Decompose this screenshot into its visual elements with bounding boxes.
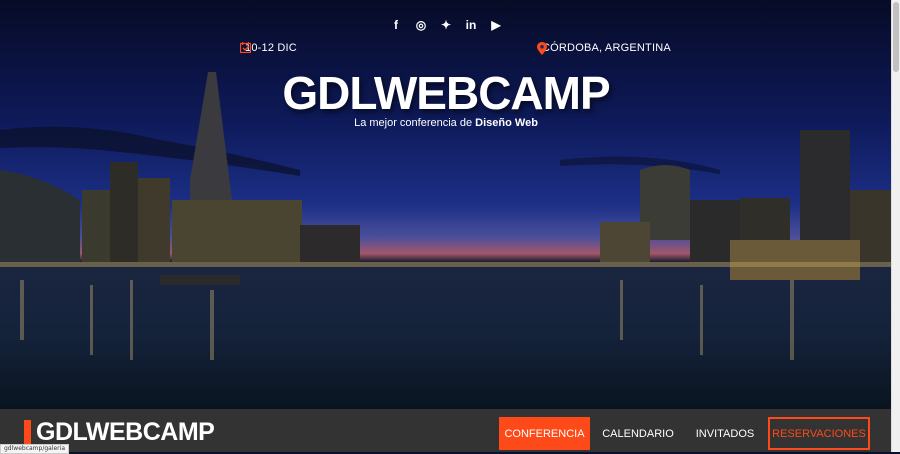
linkedin-icon[interactable]: in bbox=[464, 17, 479, 32]
nav-calendario[interactable]: CALENDARIO bbox=[600, 417, 676, 450]
nav-reservaciones[interactable]: RESERVACIONES bbox=[768, 417, 870, 450]
scrollbar-thumb[interactable] bbox=[893, 2, 899, 72]
twitter-icon[interactable]: ✦ bbox=[439, 17, 454, 32]
event-date: 10-12 DIC bbox=[240, 42, 297, 54]
event-date-text: 10-12 DIC bbox=[245, 42, 297, 54]
subtitle-bold: Diseño Web bbox=[475, 117, 538, 129]
instagram-icon[interactable]: ◎ bbox=[414, 17, 429, 32]
event-location-text: CÓRDOBA, ARGENTINA bbox=[542, 42, 671, 54]
nav-invitados[interactable]: INVITADOS bbox=[690, 417, 760, 450]
hero-section: f ◎ ✦ in ▶ 10-12 DIC CÓRDOBA, ARGENTINA … bbox=[0, 0, 892, 409]
browser-status-url: gdlwebcamp/galeria bbox=[0, 444, 69, 454]
social-links: f ◎ ✦ in ▶ bbox=[0, 17, 892, 32]
site-logo[interactable]: GDLWEBCAMP bbox=[24, 418, 215, 446]
city-skyline-image bbox=[0, 0, 892, 409]
logo-text: GDLWEBCAMP bbox=[36, 417, 215, 446]
hero-title: GDLWEBCAMP bbox=[282, 67, 610, 119]
page-scrollbar[interactable] bbox=[891, 0, 900, 452]
hero-subtitle: La mejor conferencia de Diseño Web bbox=[0, 117, 892, 129]
nav-conferencia[interactable]: CONFERENCIA bbox=[499, 417, 590, 450]
event-location: CÓRDOBA, ARGENTINA bbox=[537, 42, 671, 55]
logo-accent-bar bbox=[24, 420, 31, 444]
youtube-icon[interactable]: ▶ bbox=[489, 17, 504, 32]
subtitle-prefix: La mejor conferencia de bbox=[354, 117, 476, 129]
facebook-icon[interactable]: f bbox=[389, 17, 404, 32]
